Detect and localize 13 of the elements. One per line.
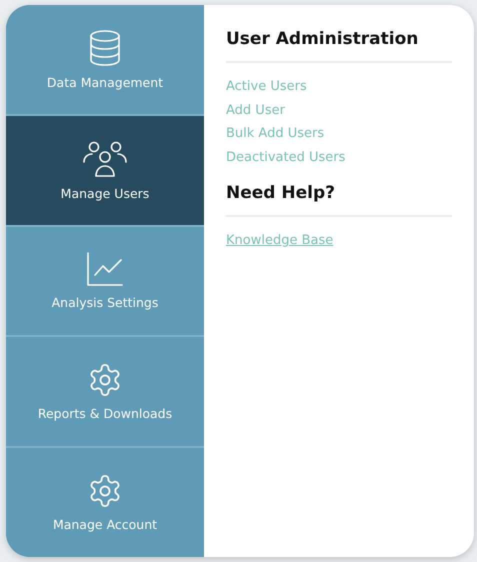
nav-item[interactable]: Analysis Settings	[6, 224, 204, 336]
menu-link[interactable]: Active Users	[226, 75, 307, 98]
database-icon	[88, 28, 122, 67]
line-chart-icon	[86, 251, 124, 288]
section-title: User Administration	[226, 29, 452, 63]
menu-link[interactable]: Bulk Add Users	[226, 122, 324, 146]
menu-link[interactable]: Knowledge Base	[226, 229, 334, 252]
users-icon	[82, 140, 128, 178]
menu-link[interactable]: Deactivated Users	[226, 146, 346, 169]
nav-item[interactable]: Manage Users	[6, 114, 204, 225]
nav-item[interactable]: Manage Account	[6, 446, 204, 557]
section-title: Need Help?	[226, 183, 452, 217]
menu-link[interactable]: Add User	[226, 98, 285, 122]
